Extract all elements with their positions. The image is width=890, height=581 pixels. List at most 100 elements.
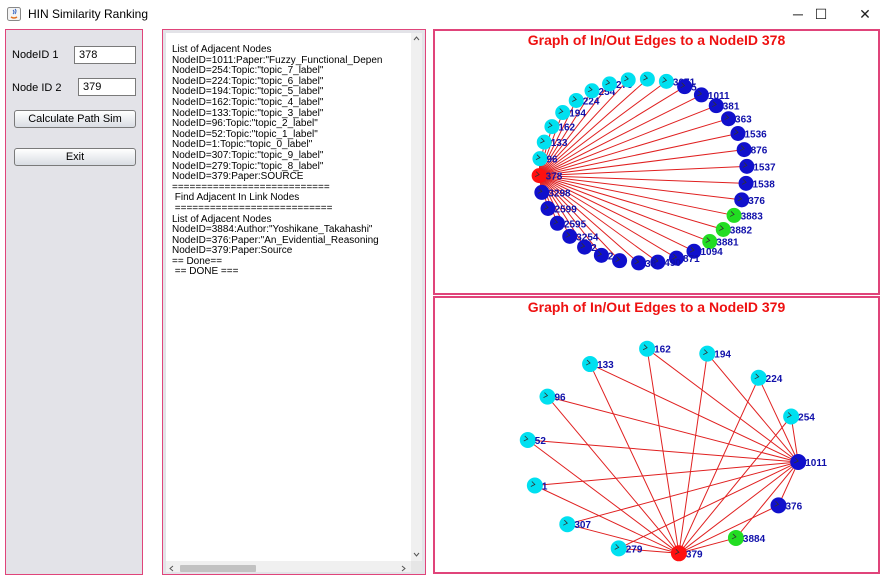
node-circle	[693, 87, 709, 103]
node-circle	[658, 73, 674, 89]
node2-label: Node ID 2	[12, 82, 62, 94]
node-label: 194	[714, 350, 731, 361]
window-content: NodeID 1 Node ID 2 Calculate Path Sim Ex…	[0, 28, 890, 581]
input-panel: NodeID 1 Node ID 2 Calculate Path Sim Ex…	[5, 29, 143, 575]
output-line: ===========================	[172, 202, 333, 214]
edge	[539, 165, 747, 177]
node-circle	[727, 529, 744, 546]
node-label: 96	[554, 393, 566, 404]
graph-node: 96	[539, 388, 566, 405]
node-circle	[715, 221, 731, 237]
node-circle	[602, 76, 618, 92]
node-label: 133	[551, 138, 568, 149]
node-circle	[568, 92, 584, 108]
java-app-icon	[7, 7, 21, 21]
node-circle	[562, 228, 578, 244]
edge	[534, 485, 680, 554]
graph-node: 876	[736, 142, 768, 158]
exit-button[interactable]: Exit	[14, 148, 136, 166]
node1-label: NodeID 1	[12, 49, 59, 61]
node-circle	[783, 408, 800, 425]
node-label: 38	[645, 259, 657, 270]
node-circle	[631, 255, 647, 271]
node-circle	[534, 184, 550, 200]
vertical-scroll-arrows	[413, 36, 420, 557]
output-lines: List of Adjacent Nodes NodeID=1011:Paper:…	[172, 44, 382, 278]
node-circle	[559, 516, 576, 533]
node1-input[interactable]	[74, 46, 136, 64]
graph-node: 1536	[730, 125, 767, 141]
node-circle	[639, 340, 656, 357]
node-label: 1011	[805, 458, 827, 469]
graph-node: 2599	[540, 201, 577, 217]
title-bar: HIN Similarity Ranking ─ ☐ ✕	[0, 0, 890, 28]
output-line: List of Adjacent Nodes	[172, 44, 272, 55]
close-button[interactable]: ✕	[842, 0, 888, 28]
edge	[735, 461, 799, 539]
graph-node: 1011	[790, 454, 827, 471]
node-label: 52	[535, 436, 547, 447]
node-circle	[721, 111, 737, 127]
node-label: 1094	[700, 247, 723, 258]
graph-node: 376	[770, 497, 803, 514]
node-circle	[734, 192, 750, 208]
scroll-corner	[411, 561, 422, 572]
node-circle	[532, 151, 548, 167]
node-circle	[677, 79, 693, 95]
graph1-title: Graph of In/Out Edges to a NodeID 378	[527, 32, 786, 48]
node-circle	[540, 201, 556, 217]
node-label: 3882	[730, 225, 753, 236]
node-label: 96	[546, 155, 558, 166]
node-circle	[738, 175, 754, 191]
edge	[706, 353, 799, 463]
graph-panel-378: Graph of In/Out Edges to a NodeID 378 30…	[433, 29, 880, 295]
node-label: 378	[546, 172, 563, 183]
node-circle	[584, 83, 600, 99]
node-label: 1538	[753, 179, 776, 190]
node-circle	[620, 72, 636, 88]
output-text-area[interactable]: List of Adjacent Nodes NodeID=1011:Paper:…	[166, 33, 411, 561]
node-label: 376	[748, 196, 765, 207]
graph-node: 224	[750, 369, 783, 386]
graph-node: 1	[526, 477, 548, 494]
horizontal-scrollbar[interactable]	[166, 561, 411, 572]
node-label: 279	[626, 544, 643, 555]
node-label: 1537	[753, 162, 776, 173]
node-label: 381	[723, 102, 740, 113]
node-circle	[544, 119, 560, 135]
node-circle	[699, 345, 716, 362]
edge	[567, 461, 799, 525]
node-circle	[770, 497, 787, 514]
node-circle	[612, 253, 628, 269]
graph-node: 363	[721, 111, 752, 127]
node-label: 2	[591, 243, 597, 254]
node2-input[interactable]	[78, 78, 136, 96]
graph-node: 3882	[715, 221, 753, 237]
maximize-button[interactable]: ☐	[798, 0, 844, 28]
output-line: NodeID=162:Topic:"topic_4_label"	[172, 96, 324, 108]
node-circle	[790, 454, 807, 471]
node-circle	[726, 207, 742, 223]
graph-node: 3883	[726, 207, 763, 223]
graph-panel-379: Graph of In/Out Edges to a NodeID 379 19…	[433, 296, 880, 574]
graph-node: 194	[699, 345, 731, 362]
graph-node: 162	[639, 340, 671, 357]
window-title: HIN Similarity Ranking	[28, 7, 149, 21]
node-circle	[539, 388, 556, 405]
node-label: 162	[654, 345, 671, 356]
calculate-path-sim-button[interactable]: Calculate Path Sim	[14, 110, 136, 128]
edge	[646, 348, 799, 463]
node-circle	[750, 369, 767, 386]
node-circle	[531, 168, 547, 184]
vertical-scrollbar[interactable]	[411, 33, 422, 561]
node-circle	[730, 125, 746, 141]
node-circle	[610, 540, 627, 557]
output-line: NodeID=307:Topic:"topic_9_label"	[172, 149, 324, 161]
graph-node	[639, 71, 655, 87]
node-circle	[708, 98, 724, 114]
edge	[589, 363, 680, 554]
node-circle	[670, 545, 687, 562]
graph-node: 1537	[739, 158, 776, 174]
node-label: 871	[683, 254, 700, 265]
output-panel: List of Adjacent Nodes NodeID=1011:Paper:…	[162, 29, 426, 575]
